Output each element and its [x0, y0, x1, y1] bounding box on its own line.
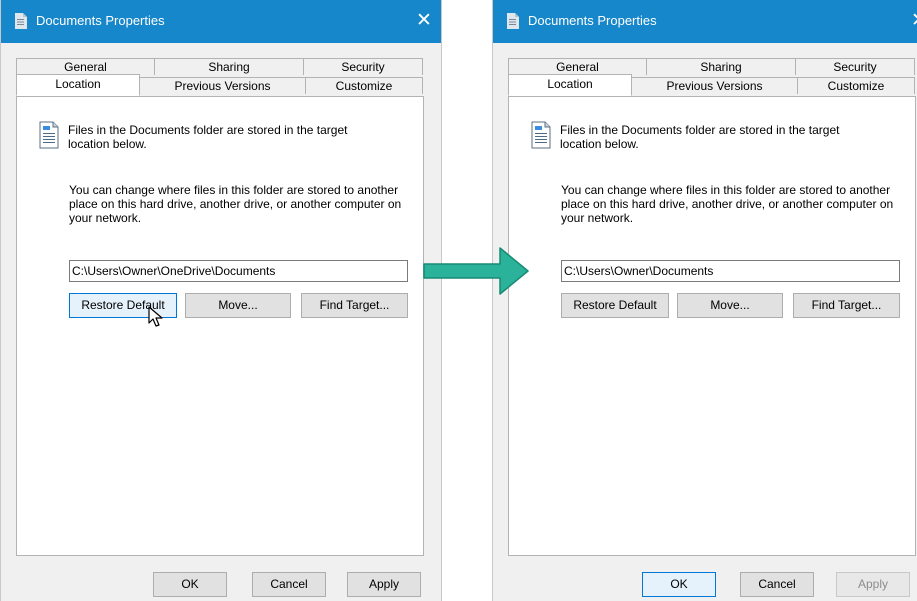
tab-sharing[interactable]: Sharing [154, 58, 304, 75]
properties-dialog-after: Documents Properties ✕ General Sharing S… [492, 0, 917, 601]
ok-button[interactable]: OK [153, 572, 227, 597]
tab-row-bottom: Location Previous Versions Customize [508, 74, 916, 96]
document-folder-icon [15, 13, 27, 29]
location-panel: Files in the Documents folder are stored… [508, 96, 916, 556]
tab-sharing[interactable]: Sharing [646, 58, 796, 75]
close-icon: ✕ [416, 10, 432, 31]
properties-dialog-before: Documents Properties ✕ General Sharing S… [0, 0, 442, 601]
location-panel: Files in the Documents folder are stored… [16, 96, 424, 556]
title-bar: Documents Properties ✕ [493, 0, 917, 43]
ok-button[interactable]: OK [642, 572, 716, 597]
tab-row-top: General Sharing Security [16, 58, 424, 75]
tab-security[interactable]: Security [795, 58, 915, 75]
document-icon [39, 121, 59, 149]
info-text-change: You can change where files in this folde… [561, 183, 894, 225]
right-arrow-icon [423, 247, 529, 295]
tab-general[interactable]: General [16, 58, 155, 75]
move-button[interactable]: Move... [185, 293, 291, 318]
find-target-button[interactable]: Find Target... [793, 293, 900, 318]
tab-customize[interactable]: Customize [797, 77, 915, 94]
tab-previous-versions[interactable]: Previous Versions [139, 77, 306, 94]
tab-row-top: General Sharing Security [508, 58, 916, 75]
find-target-button[interactable]: Find Target... [301, 293, 408, 318]
apply-button[interactable]: Apply [836, 572, 910, 597]
move-button[interactable]: Move... [677, 293, 783, 318]
window-title: Documents Properties [528, 13, 657, 28]
window-title: Documents Properties [36, 13, 165, 28]
target-path-input[interactable] [69, 260, 408, 282]
tab-location[interactable]: Location [508, 74, 632, 96]
tab-security[interactable]: Security [303, 58, 423, 75]
tab-row-bottom: Location Previous Versions Customize [16, 74, 424, 96]
tab-general[interactable]: General [508, 58, 647, 75]
info-text-change: You can change where files in this folde… [69, 183, 402, 225]
title-bar: Documents Properties ✕ [1, 0, 441, 43]
cancel-button[interactable]: Cancel [252, 572, 326, 597]
apply-button[interactable]: Apply [347, 572, 421, 597]
document-icon [531, 121, 551, 149]
close-icon: ✕ [911, 10, 917, 31]
info-text-location: Files in the Documents folder are stored… [68, 123, 348, 151]
target-path-input[interactable] [561, 260, 900, 282]
document-folder-icon [507, 13, 519, 29]
cancel-button[interactable]: Cancel [740, 572, 814, 597]
close-button[interactable]: ✕ [406, 6, 441, 36]
info-text-location: Files in the Documents folder are stored… [560, 123, 840, 151]
tab-previous-versions[interactable]: Previous Versions [631, 77, 798, 94]
tab-location[interactable]: Location [16, 74, 140, 96]
restore-default-button[interactable]: Restore Default [561, 293, 669, 318]
tab-customize[interactable]: Customize [305, 77, 423, 94]
mouse-pointer-icon [148, 306, 163, 327]
close-button[interactable]: ✕ [901, 6, 917, 36]
